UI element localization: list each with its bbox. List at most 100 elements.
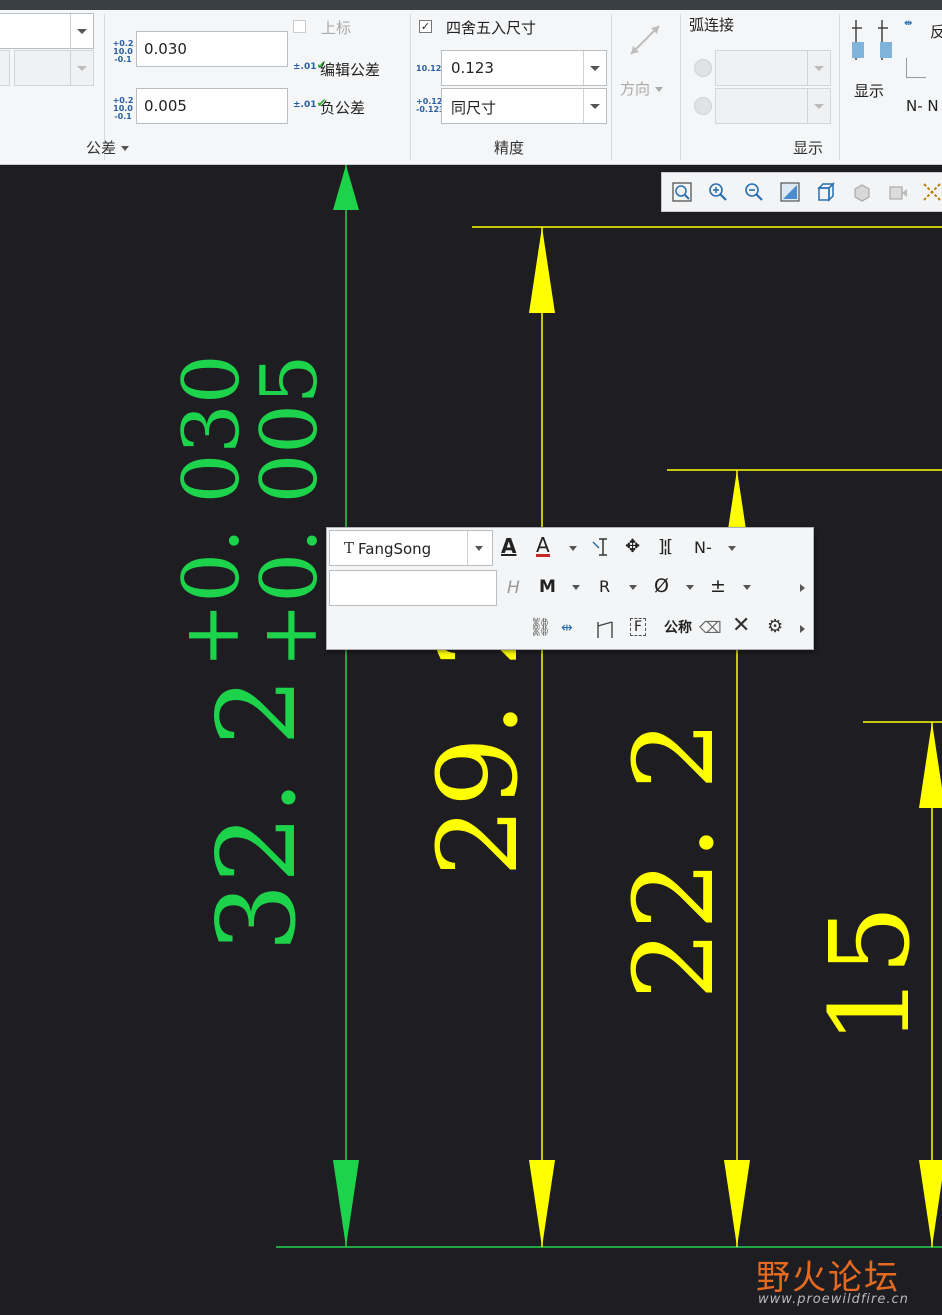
watermark-url: www.proewildfire.cn bbox=[758, 1292, 909, 1307]
negative-tolerance-label: 负公差 bbox=[320, 99, 366, 117]
text-style-button[interactable]: A bbox=[501, 536, 516, 556]
mini-toolbar-row-2: H M R Ø ± bbox=[327, 568, 813, 608]
display-witness-icon bbox=[852, 20, 892, 60]
chevron-down-icon bbox=[121, 146, 130, 151]
lower-tolerance-input[interactable]: 0.005 bbox=[136, 88, 288, 124]
zoom-out-icon[interactable] bbox=[743, 181, 765, 203]
ribbon-top-bar bbox=[0, 0, 942, 10]
chevron-down-icon[interactable] bbox=[728, 546, 736, 551]
chevron-down-icon[interactable] bbox=[569, 546, 577, 551]
plus-minus-button[interactable]: ± bbox=[710, 576, 726, 596]
italic-h-button[interactable]: H bbox=[507, 578, 520, 598]
mini-text-toolbar: T FangSong A A ✥ ]¦[ N- H M R Ø ± ⛓ ⇹ F … bbox=[326, 527, 814, 650]
negative-tolerance-button[interactable]: ±.01✔ 负公差 bbox=[293, 94, 393, 118]
ribbon: +0.2 10.0 -0.1 0.030 +0.2 10.0 -0.1 0.005 上标… bbox=[0, 0, 942, 165]
view-toolbar bbox=[661, 172, 942, 212]
chevron-down-icon bbox=[70, 51, 93, 85]
display-button-label: 显示 bbox=[854, 82, 885, 100]
diameter-button[interactable]: Ø bbox=[654, 576, 669, 596]
watermark: 野火论坛 www.proewildfire.cn bbox=[756, 1250, 936, 1310]
repaint-icon[interactable] bbox=[779, 181, 801, 203]
display-style-icon[interactable] bbox=[815, 181, 837, 203]
chevron-down-icon bbox=[583, 89, 606, 123]
text-color-button[interactable]: A bbox=[536, 535, 550, 557]
f-frame-button[interactable]: F bbox=[630, 618, 647, 636]
edit-tolerance-label: 编辑公差 bbox=[320, 61, 381, 79]
witness-line-icon[interactable] bbox=[906, 58, 926, 78]
flip-label: 反 bbox=[930, 21, 942, 42]
chevron-down-icon[interactable] bbox=[743, 585, 751, 590]
flip-arrows-button[interactable]: ⇹ 反 bbox=[904, 18, 942, 42]
round-dimension-checkbox[interactable]: ✓ bbox=[419, 20, 432, 33]
upper-tolerance-icon: +0.2 10.0 -0.1 bbox=[112, 39, 134, 64]
edit-tolerance-button[interactable]: ±.01✔ 编辑公差 bbox=[293, 56, 393, 80]
mini-toolbar-row-1: T FangSong A A ✥ ]¦[ N- bbox=[327, 528, 813, 568]
dim-d-text: 15 bbox=[806, 905, 934, 1045]
chevron-down-icon bbox=[807, 51, 830, 85]
decimal-places-combo[interactable]: 0.123 bbox=[441, 50, 607, 86]
chevron-down-icon bbox=[70, 14, 93, 48]
chevron-right-icon[interactable] bbox=[800, 625, 805, 633]
dimension-gap-icon[interactable]: ⇹ bbox=[561, 618, 573, 638]
font-name: FangSong bbox=[358, 540, 432, 558]
arc-join-combo-1[interactable] bbox=[715, 50, 831, 86]
arc-join-label: 弧连接 bbox=[689, 16, 735, 34]
font-type-icon: T bbox=[344, 539, 355, 557]
display-n-label[interactable]: N- N bbox=[906, 97, 939, 115]
font-combo[interactable]: T FangSong bbox=[329, 530, 493, 566]
link-icon[interactable]: ⛓ bbox=[529, 618, 552, 638]
eraser-icon[interactable]: ⌫ bbox=[699, 618, 722, 638]
text-input[interactable] bbox=[329, 570, 497, 606]
upper-tolerance-checkbox[interactable] bbox=[293, 20, 306, 33]
refit-icon[interactable] bbox=[671, 181, 693, 203]
zoom-in-icon[interactable] bbox=[707, 181, 729, 203]
view-manager-icon[interactable] bbox=[887, 181, 909, 203]
tolerance-mode-combo[interactable] bbox=[0, 13, 94, 49]
arc-join-radio-1[interactable] bbox=[694, 59, 712, 77]
tolerance-decimal-combo[interactable]: 同尺寸 bbox=[441, 88, 607, 124]
text-height-icon[interactable] bbox=[591, 536, 613, 558]
move-text-icon[interactable]: ✥ bbox=[625, 537, 640, 557]
tolerance-group-label-text: 公差 bbox=[86, 139, 117, 157]
chevron-down-icon[interactable] bbox=[572, 585, 580, 590]
dim-main-text: 32. 2 bbox=[195, 677, 320, 952]
mini-toolbar-row-3: ⛓ ⇹ F 公称 ⌫ ✕ ⚙ bbox=[327, 609, 813, 649]
symmetric-button[interactable]: 公称 bbox=[664, 618, 692, 638]
tolerance-group-label[interactable]: 公差 bbox=[86, 137, 130, 158]
chevron-down-icon[interactable] bbox=[686, 585, 694, 590]
arc-join-combo-2[interactable] bbox=[715, 88, 831, 124]
tolerance-decimal-icon: +0.123 -0.123 bbox=[416, 97, 449, 114]
settings-gear-icon[interactable]: ⚙ bbox=[767, 617, 783, 637]
witness-line-icon[interactable] bbox=[594, 618, 616, 640]
divider bbox=[680, 14, 681, 160]
upper-tolerance-input[interactable]: 0.030 bbox=[136, 31, 288, 67]
chevron-down-icon[interactable] bbox=[629, 585, 637, 590]
tolerance-sub-combo-1[interactable] bbox=[0, 50, 10, 86]
tolerance-sub-combo-2[interactable] bbox=[14, 50, 94, 86]
chevron-down-icon bbox=[655, 87, 664, 92]
n-format-button[interactable]: N- bbox=[694, 538, 712, 558]
arc-join-radio-2[interactable] bbox=[694, 97, 712, 115]
direction-arrow-icon bbox=[630, 25, 660, 55]
lower-tolerance-icon: +0.2 10.0 -0.1 bbox=[112, 96, 134, 121]
display-group-label: 显示 bbox=[793, 139, 824, 157]
round-dimension-label: 四舍五入尺寸 bbox=[446, 19, 537, 37]
chevron-down-icon bbox=[467, 531, 492, 565]
tol-lower-text: +0. 005 bbox=[245, 355, 335, 668]
chevron-right-icon[interactable] bbox=[800, 584, 805, 592]
saved-orientation-icon[interactable] bbox=[851, 181, 873, 203]
tol-upper-text: +0. 030 bbox=[167, 355, 257, 668]
datum-display-icon[interactable] bbox=[921, 181, 942, 203]
direction-button[interactable]: 方向 bbox=[617, 16, 673, 102]
delete-icon[interactable]: ✕ bbox=[732, 615, 750, 637]
dim-c-text: 22. 2 bbox=[610, 720, 738, 1000]
text-justify-icon[interactable]: ]¦[ bbox=[658, 537, 673, 557]
upper-tolerance-label: 上标 bbox=[321, 19, 352, 37]
divider bbox=[839, 14, 840, 160]
bold-m-button[interactable]: M bbox=[539, 577, 556, 597]
chevron-down-icon bbox=[583, 51, 606, 85]
decimal-places-value: 0.123 bbox=[451, 59, 494, 77]
radius-button[interactable]: R bbox=[599, 577, 610, 597]
display-button[interactable]: 显示 bbox=[846, 14, 896, 104]
decimal-places-icon: 10.123 bbox=[416, 64, 447, 73]
